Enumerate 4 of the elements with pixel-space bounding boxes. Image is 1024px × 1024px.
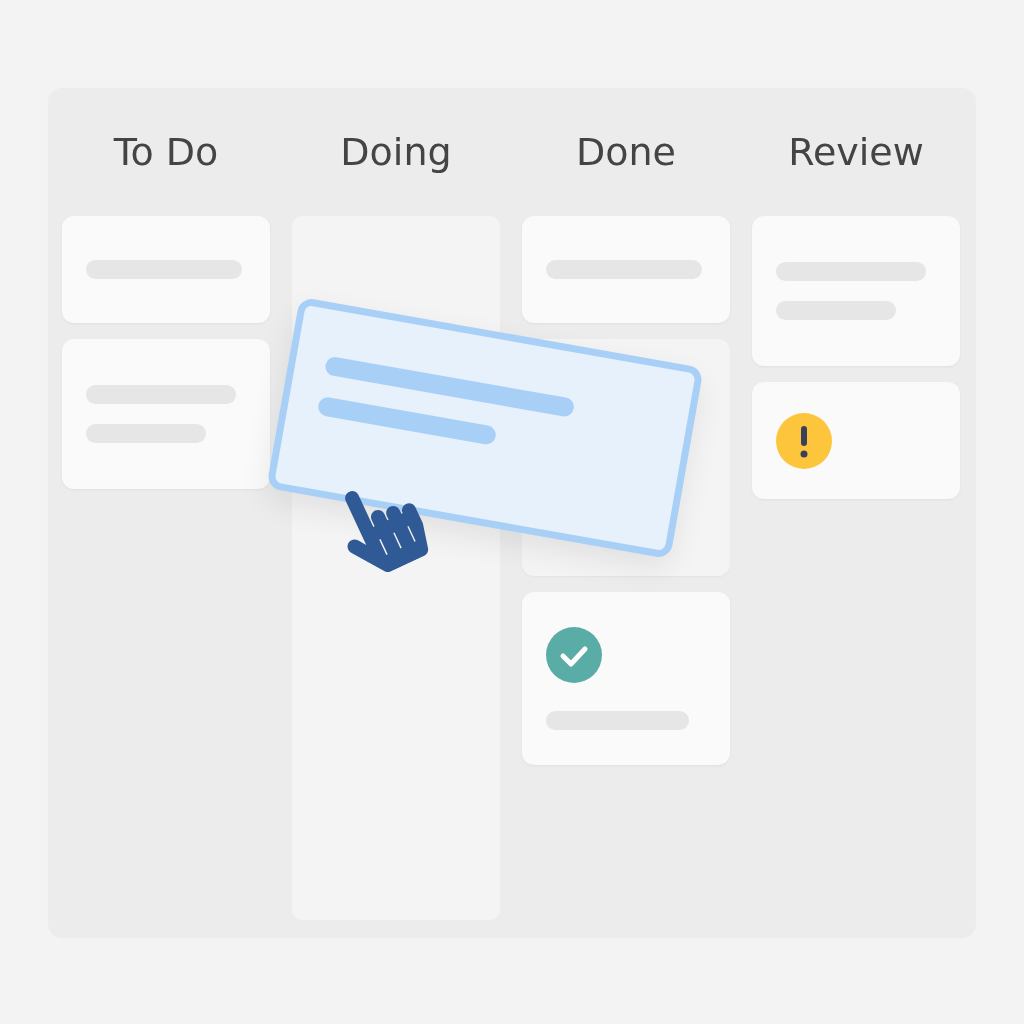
column-title: To Do	[112, 129, 220, 176]
column-title: Done	[575, 129, 677, 176]
column-title: Review	[787, 129, 925, 176]
column-title: Doing	[339, 129, 453, 176]
